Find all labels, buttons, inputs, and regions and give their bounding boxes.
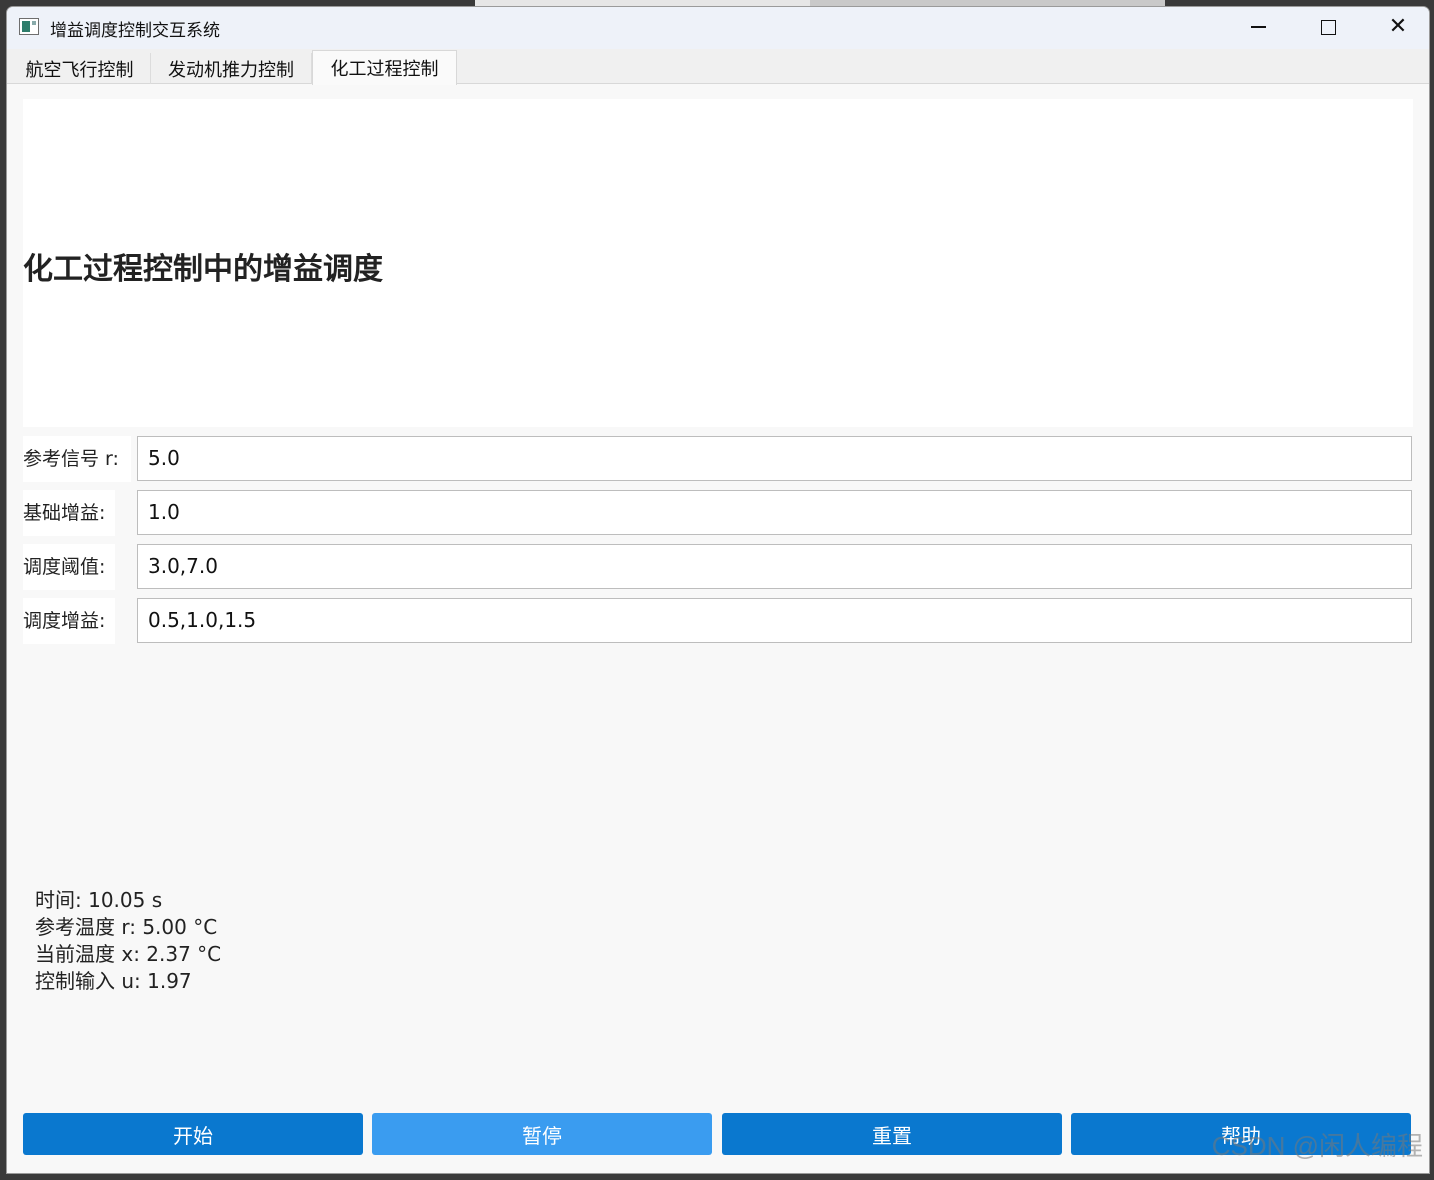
status-control-input: 控制输入 u: 1.97 — [35, 969, 192, 993]
reference-signal-label: 参考信号 r: — [23, 436, 131, 482]
schedule-gains-row: 调度增益: 0.5,1.0,1.5 — [23, 598, 1413, 644]
reference-signal-input[interactable]: 5.0 — [137, 436, 1412, 481]
status-current-temperature: 当前温度 x: 2.37 °C — [35, 942, 222, 966]
start-button[interactable]: 开始 — [23, 1113, 363, 1155]
status-reference-temperature: 参考温度 r: 5.00 °C — [35, 915, 218, 939]
plot-title: 化工过程控制中的增益调度 — [23, 252, 383, 287]
base-gain-label: 基础增益: — [23, 490, 115, 536]
maximize-icon — [1320, 19, 1336, 35]
schedule-gains-label: 调度增益: — [23, 598, 115, 644]
status-panel: 时间: 10.05 s 参考温度 r: 5.00 °C 当前温度 x: 2.37… — [35, 887, 221, 995]
app-icon — [19, 18, 39, 35]
reference-signal-row: 参考信号 r: 5.0 — [23, 436, 1413, 482]
minimize-icon — [1250, 26, 1266, 28]
minimize-button[interactable] — [1223, 7, 1293, 47]
status-time: 时间: 10.05 s — [35, 888, 163, 912]
maximize-button[interactable] — [1293, 7, 1363, 47]
schedule-thresholds-row: 调度阈值: 3.0,7.0 — [23, 544, 1413, 590]
close-icon: ✕ — [1388, 14, 1408, 39]
close-button[interactable]: ✕ — [1363, 7, 1429, 47]
title-bar[interactable]: 增益调度控制交互系统 ✕ — [7, 7, 1429, 49]
base-gain-input[interactable]: 1.0 — [137, 490, 1412, 535]
watermark: CSDN @闲人编程 — [1211, 1131, 1423, 1161]
schedule-thresholds-label: 调度阈值: — [23, 544, 115, 590]
tab-flight-control[interactable]: 航空飞行控制 — [9, 53, 151, 84]
schedule-gains-input[interactable]: 0.5,1.0,1.5 — [137, 598, 1412, 643]
schedule-thresholds-input[interactable]: 3.0,7.0 — [137, 544, 1412, 589]
tab-engine-thrust-control[interactable]: 发动机推力控制 — [151, 53, 312, 84]
reset-button[interactable]: 重置 — [722, 1113, 1062, 1155]
tab-bar: 航空飞行控制 发动机推力控制 化工过程控制 — [7, 49, 1429, 85]
tab-chemical-process-control[interactable]: 化工过程控制 — [312, 50, 457, 85]
window-title: 增益调度控制交互系统 — [50, 21, 220, 41]
pause-button[interactable]: 暂停 — [372, 1113, 712, 1155]
app-window: 增益调度控制交互系统 ✕ 航空飞行控制 发动机推力控制 化工过程控制 化工过程控… — [6, 6, 1430, 1174]
plot-canvas: 化工过程控制中的增益调度 — [23, 99, 1413, 427]
base-gain-row: 基础增益: 1.0 — [23, 490, 1413, 536]
